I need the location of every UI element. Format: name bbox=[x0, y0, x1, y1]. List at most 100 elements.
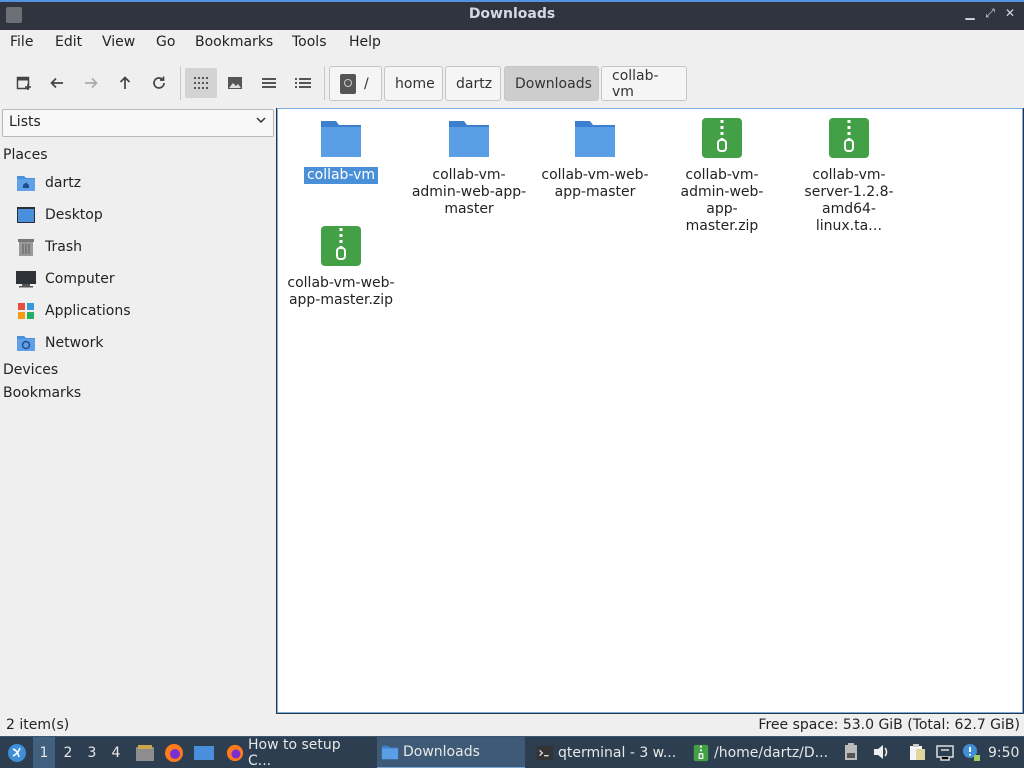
start-menu-icon[interactable] bbox=[4, 737, 30, 768]
menu-tools[interactable]: Tools bbox=[292, 34, 327, 50]
side-pane-mode-select[interactable]: Lists bbox=[2, 109, 274, 137]
back-icon[interactable] bbox=[41, 68, 73, 98]
breadcrumb-root-label: / bbox=[364, 75, 369, 92]
breadcrumb-dartz[interactable]: dartz bbox=[445, 66, 501, 101]
file-item-collab-vm-admin-web-app-master[interactable]: collab-vm-admin-web-app-master bbox=[404, 117, 534, 218]
breadcrumb-downloads-label: Downloads bbox=[515, 75, 592, 92]
menu-file[interactable]: File bbox=[10, 34, 33, 50]
desktop-switch-1[interactable]: 1 bbox=[33, 737, 55, 768]
firefox-launcher-icon[interactable] bbox=[163, 737, 185, 768]
devices-header[interactable]: Devices bbox=[3, 362, 58, 378]
file-item-collab-vm-admin-web-app-master-zip[interactable]: collab-vm-admin-web-app-master.zip bbox=[657, 117, 787, 235]
toolbar: / home dartz Downloads collab-vm bbox=[0, 56, 1024, 108]
clock[interactable]: 9:50 bbox=[988, 737, 1019, 768]
sidebar-item-label: Computer bbox=[45, 271, 115, 287]
task-label: qterminal - 3 w... bbox=[558, 745, 677, 761]
file-name: collab-vm-admin-web-app-master.zip bbox=[680, 167, 764, 234]
file-name: collab-vm bbox=[303, 167, 379, 184]
breadcrumb-downloads[interactable]: Downloads bbox=[504, 66, 599, 101]
restore-icon[interactable]: ⤢ bbox=[982, 6, 998, 24]
new-tab-icon[interactable] bbox=[8, 68, 40, 98]
applications-icon bbox=[16, 301, 36, 321]
compact-view-icon[interactable] bbox=[253, 68, 285, 98]
file-item-collab-vm[interactable]: collab-vm bbox=[276, 117, 406, 184]
sidebar-item-applications[interactable]: Applications bbox=[16, 298, 131, 324]
forward-icon[interactable] bbox=[75, 68, 107, 98]
terminal-icon bbox=[536, 745, 554, 761]
sidebar-item-dartz[interactable]: dartz bbox=[16, 170, 81, 196]
menu-bookmarks[interactable]: Bookmarks bbox=[195, 34, 273, 50]
archive-icon bbox=[828, 117, 870, 159]
notification-icon[interactable] bbox=[962, 743, 980, 761]
menu-view[interactable]: View bbox=[102, 34, 135, 50]
side-pane-mode-value: Lists bbox=[9, 114, 41, 130]
task-firefox[interactable]: How to setup C... bbox=[222, 737, 372, 768]
sidebar-item-label: dartz bbox=[45, 175, 82, 191]
file-item-collab-vm-web-app-master-zip[interactable]: collab-vm-web-app-master.zip bbox=[276, 225, 406, 309]
file-name: collab-vm-web-app-master.zip bbox=[287, 275, 395, 308]
sidebar-item-label: Desktop bbox=[45, 207, 103, 223]
folder-icon bbox=[381, 745, 399, 760]
file-name: collab-vm-web-app-master bbox=[541, 167, 649, 200]
thumbnail-view-icon[interactable] bbox=[219, 68, 251, 98]
desktop-switch-2[interactable]: 2 bbox=[57, 737, 79, 768]
archive-icon bbox=[320, 225, 362, 267]
volume-icon[interactable] bbox=[872, 743, 890, 761]
taskbar: 1 2 3 4 How to setup C... Downloads qter… bbox=[0, 736, 1024, 768]
menu-go[interactable]: Go bbox=[156, 34, 175, 50]
sidebar-item-desktop[interactable]: Desktop bbox=[16, 202, 103, 228]
sidebar-item-trash[interactable]: Trash bbox=[16, 234, 82, 260]
task-label: /home/dartz/D... bbox=[714, 745, 829, 761]
computer-icon bbox=[16, 269, 36, 289]
reload-icon[interactable] bbox=[143, 68, 175, 98]
icon-view-icon[interactable] bbox=[185, 68, 217, 98]
show-desktop-icon[interactable] bbox=[192, 737, 216, 768]
bookmarks-header[interactable]: Bookmarks bbox=[3, 385, 81, 401]
task-qterminal[interactable]: qterminal - 3 w... bbox=[532, 737, 682, 768]
clipboard-icon[interactable] bbox=[908, 743, 926, 761]
sidebar-item-label: Network bbox=[45, 335, 104, 351]
home-folder-icon bbox=[16, 173, 36, 193]
file-manager-launcher-icon[interactable] bbox=[134, 737, 156, 768]
task-archiver[interactable]: /home/dartz/D... bbox=[688, 737, 838, 768]
desktop-switch-3[interactable]: 3 bbox=[81, 737, 103, 768]
archive-icon bbox=[701, 117, 743, 159]
selection-count: 2 item(s) bbox=[6, 717, 70, 733]
breadcrumb-home[interactable]: home bbox=[384, 66, 443, 101]
task-label: Downloads bbox=[403, 744, 480, 760]
detailed-list-icon[interactable] bbox=[287, 68, 319, 98]
window-title: Downloads bbox=[468, 6, 556, 22]
breadcrumb-root[interactable]: / bbox=[329, 66, 382, 101]
firefox-icon bbox=[226, 744, 244, 762]
breadcrumb-dartz-label: dartz bbox=[456, 75, 493, 92]
breadcrumb-collab-vm-label: collab-vm bbox=[612, 67, 659, 100]
file-view[interactable]: collab-vm collab-vm-admin-web-app-master… bbox=[277, 108, 1023, 713]
file-name: collab-vm-server-1.2.8-amd64-linux.ta… bbox=[804, 167, 894, 234]
file-item-collab-vm-server-archive[interactable]: collab-vm-server-1.2.8-amd64-linux.ta… bbox=[784, 117, 914, 235]
desktop-switch-4[interactable]: 4 bbox=[105, 737, 127, 768]
breadcrumb-collab-vm[interactable]: collab-vm bbox=[601, 66, 687, 101]
file-item-collab-vm-web-app-master[interactable]: collab-vm-web-app-master bbox=[530, 117, 660, 201]
network-folder-icon bbox=[16, 333, 36, 353]
folder-icon bbox=[574, 117, 616, 159]
menu-edit[interactable]: Edit bbox=[55, 34, 82, 50]
minimize-icon[interactable]: ▁ bbox=[962, 6, 978, 24]
sidebar-item-computer[interactable]: Computer bbox=[16, 266, 115, 292]
places-header[interactable]: Places bbox=[3, 147, 48, 163]
sidebar-item-label: Applications bbox=[45, 303, 131, 319]
chevron-down-icon bbox=[255, 114, 267, 130]
archive-icon bbox=[693, 744, 709, 762]
up-icon[interactable] bbox=[109, 68, 141, 98]
window-titlebar[interactable]: Downloads ▁ ⤢ ✕ bbox=[0, 0, 1024, 30]
status-bar: 2 item(s) Free space: 53.0 GiB (Total: 6… bbox=[0, 714, 1024, 736]
sidebar-item-network[interactable]: Network bbox=[16, 330, 103, 356]
network-icon[interactable] bbox=[936, 743, 954, 761]
close-icon[interactable]: ✕ bbox=[1002, 6, 1018, 24]
trash-icon bbox=[16, 237, 36, 257]
sidebar: Lists Places dartz Desktop Trash Compute… bbox=[0, 108, 276, 714]
task-downloads[interactable]: Downloads bbox=[377, 737, 525, 768]
menu-help[interactable]: Help bbox=[349, 34, 381, 50]
breadcrumb-home-label: home bbox=[395, 75, 435, 92]
folder-icon bbox=[448, 117, 490, 159]
battery-icon[interactable] bbox=[842, 743, 860, 761]
